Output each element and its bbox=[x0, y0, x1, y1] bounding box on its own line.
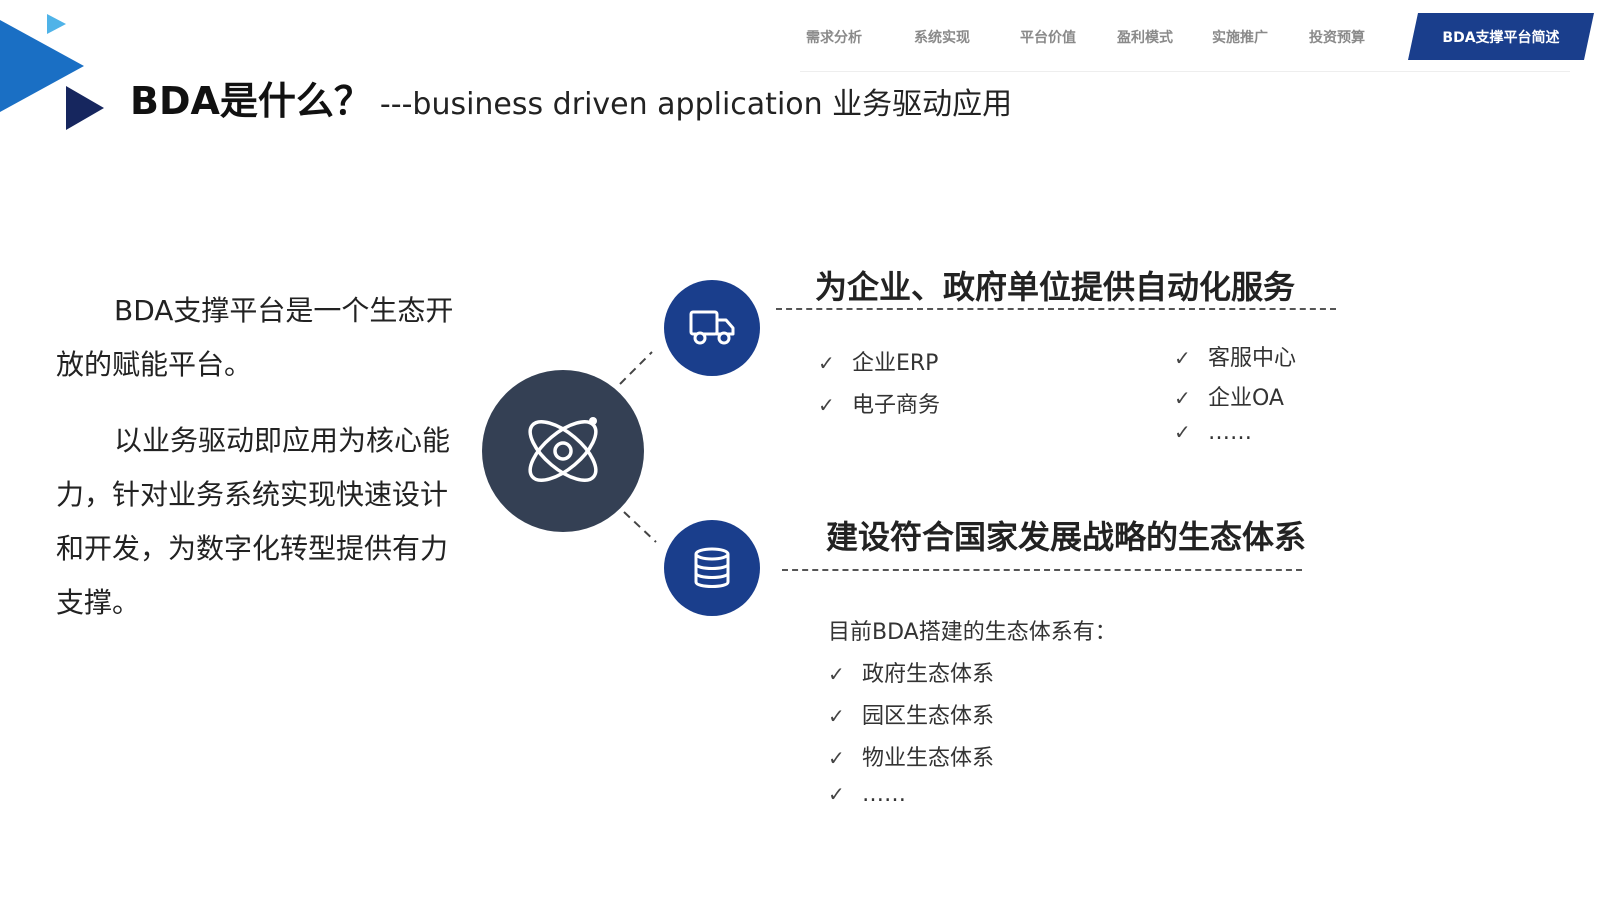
check-icon: ✓ bbox=[828, 662, 845, 686]
ecosystem-node bbox=[664, 520, 760, 616]
nav-item-demand[interactable]: 需求分析 bbox=[806, 27, 862, 47]
top-nav: 需求分析 系统实现 平台价值 盈利模式 实施推广 投资预算 BDA支撑平台简述 bbox=[0, 0, 1600, 72]
intro-paragraph-1: BDA支撑平台是一个生态开放的赋能平台。 bbox=[56, 294, 454, 381]
list-item: ✓ 物业生态体系 bbox=[828, 746, 995, 771]
check-icon: ✓ bbox=[828, 704, 845, 728]
list-item: ✓ 电子商务 bbox=[818, 393, 941, 418]
page-title-main: BDA是什么？ bbox=[130, 79, 372, 123]
nav-item-profit[interactable]: 盈利模式 bbox=[1117, 27, 1173, 47]
section1-title: 为企业、政府单位提供自动化服务 bbox=[815, 268, 1296, 306]
page-title: BDA是什么？ ---business driven application 业务… bbox=[130, 70, 1012, 125]
section1-divider bbox=[776, 308, 1336, 310]
check-icon: ✓ bbox=[818, 351, 835, 375]
intro-paragraph-2: 以业务驱动即应用为核心能力，针对业务系统实现快速设计和开发，为数字化转型提供有力… bbox=[56, 424, 451, 619]
list-item: ✓ 政府生态体系 bbox=[828, 662, 995, 687]
list-item: ✓…… bbox=[828, 782, 906, 807]
list-item: ✓ 企业OA bbox=[1174, 386, 1284, 411]
nav-item-overview[interactable]: BDA支撑平台简述 bbox=[1408, 13, 1594, 60]
nav-item-system[interactable]: 系统实现 bbox=[914, 27, 970, 47]
list-item: ✓ 客服中心 bbox=[1174, 346, 1297, 371]
database-icon bbox=[694, 547, 730, 588]
nav-item-budget[interactable]: 投资预算 bbox=[1309, 27, 1365, 47]
check-icon: ✓ bbox=[828, 746, 845, 770]
truck-icon bbox=[689, 310, 735, 345]
hub-circle bbox=[482, 370, 644, 532]
atom-icon bbox=[528, 417, 598, 482]
check-icon: ✓ bbox=[828, 782, 845, 806]
section2-title: 建设符合国家发展战略的生态体系 bbox=[826, 518, 1307, 556]
page-title-sub: ---business driven application 业务驱动应用 bbox=[379, 87, 1013, 122]
nav-item-overview-label: BDA支撑平台简述 bbox=[1442, 30, 1560, 46]
section2-intro: 目前BDA搭建的生态体系有： bbox=[828, 620, 1117, 645]
nav-item-value[interactable]: 平台价值 bbox=[1020, 27, 1076, 47]
check-icon: ✓ bbox=[818, 393, 835, 417]
service-node bbox=[664, 280, 760, 376]
section2-divider bbox=[782, 569, 1302, 571]
nav-item-promotion[interactable]: 实施推广 bbox=[1212, 27, 1268, 47]
check-icon: ✓ bbox=[1174, 420, 1191, 444]
list-item: ✓ 企业ERP bbox=[818, 351, 939, 376]
check-icon: ✓ bbox=[1174, 386, 1191, 410]
check-icon: ✓ bbox=[1174, 346, 1191, 370]
list-item: ✓ 园区生态体系 bbox=[828, 704, 995, 729]
list-item: ✓…… bbox=[1174, 420, 1252, 445]
